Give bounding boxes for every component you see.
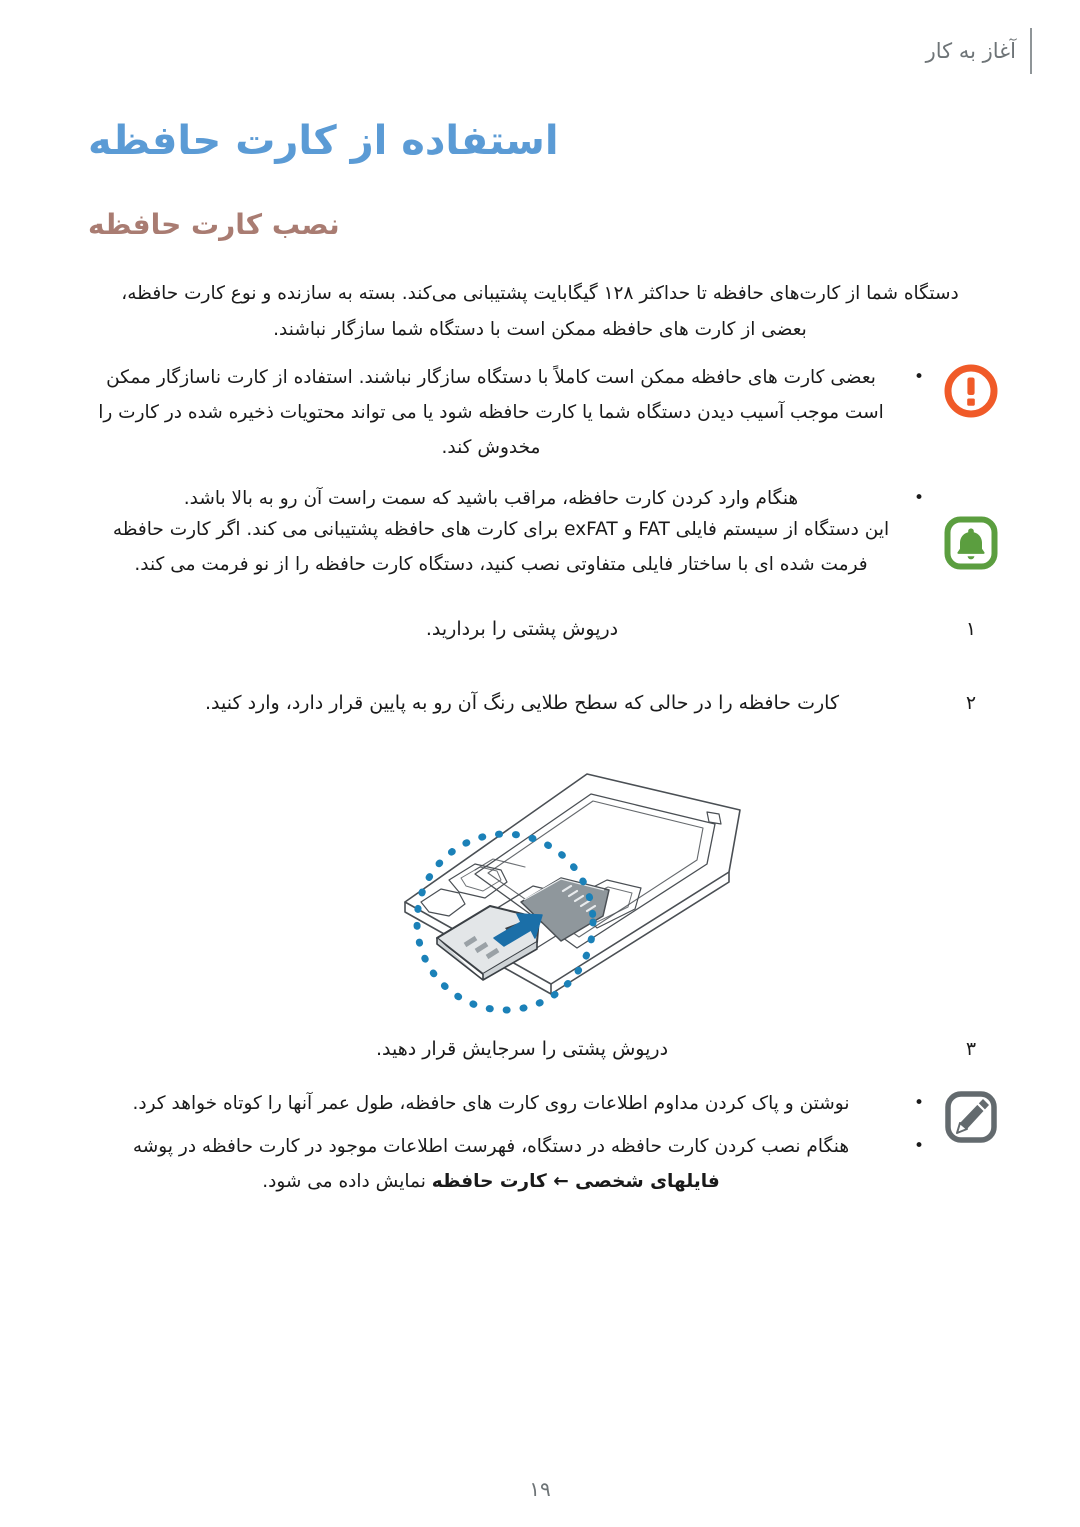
list-item: این دستگاه از سیستم فایلی FAT و exFAT بر… xyxy=(78,512,924,582)
step-2-text: کارت حافظه را در حالی که سطح طلایی رنگ آ… xyxy=(205,692,839,714)
list-item: • هنگام وارد کردن کارت حافظه، مراقب باشی… xyxy=(78,481,924,516)
step-3: ۳ درپوش پشتی را سرجایش قرار دهید. xyxy=(100,1032,980,1066)
callout-tip-bullet-1: نوشتن و پاک کردن مداوم اطلاعات روی کارت … xyxy=(132,1093,850,1114)
callout-tip-body: • نوشتن و پاک کردن مداوم اطلاعات روی کار… xyxy=(78,1086,924,1199)
intro-paragraph: دستگاه شما از کارت‌های حافظه تا حداکثر ۱… xyxy=(100,276,980,348)
callout-warning-bullet-1: بعضی کارت های حافظه ممکن است کاملاً با د… xyxy=(78,360,904,465)
pencil-note-icon xyxy=(940,1086,1002,1148)
list-item: • بعضی کارت های حافظه ممکن است کاملاً با… xyxy=(78,360,924,465)
callout-warning: • بعضی کارت های حافظه ممکن است کاملاً با… xyxy=(78,360,1002,516)
nav-path-suffix: نمایش داده می شود. xyxy=(262,1171,432,1192)
step-3-number: ۳ xyxy=(965,1038,977,1060)
callout-warning-bullet-2: هنگام وارد کردن کارت حافظه، مراقب باشید … xyxy=(183,488,799,509)
step-3-text: درپوش پشتی را سرجایش قرار دهید. xyxy=(375,1038,669,1060)
bullet-dot-icon: • xyxy=(913,367,924,387)
list-item: • هنگام نصب کردن کارت حافظه در دستگاه، ف… xyxy=(78,1129,924,1199)
section-title: نصب کارت حافظه xyxy=(88,208,340,241)
nav-path-bold: فایلهای شخصی ← کارت حافظه xyxy=(431,1171,720,1192)
text-line: است موجب آسیب دیدن دستگاه شما یا کارت حا… xyxy=(98,402,884,423)
list-item: • نوشتن و پاک کردن مداوم اطلاعات روی کار… xyxy=(78,1086,924,1121)
step-1-text: درپوش پشتی را بردارید. xyxy=(425,618,619,640)
callout-note: این دستگاه از سیستم فایلی FAT و exFAT بر… xyxy=(78,512,1002,582)
text-line: مخدوش کند. xyxy=(441,437,541,458)
text-line: هنگام نصب کردن کارت حافظه در دستگاه، فهر… xyxy=(132,1136,850,1157)
text-line: فرمت شده ای با ساختار فایلی متفاوتی نصب … xyxy=(134,554,868,575)
step-2-number: ۲ xyxy=(965,692,977,714)
callout-tip-bullet-2: هنگام نصب کردن کارت حافظه در دستگاه، فهر… xyxy=(78,1129,904,1199)
callout-note-body: این دستگاه از سیستم فایلی FAT و exFAT بر… xyxy=(78,512,924,582)
memory-card-insertion-diagram xyxy=(0,752,1080,1020)
intro-line-2: بعضی از کارت های حافظه ممکن است با دستگا… xyxy=(273,319,807,340)
page-number: ۱۹ xyxy=(529,1477,551,1501)
running-header: آغاز به کار xyxy=(926,28,1032,74)
callout-note-text: این دستگاه از سیستم فایلی FAT و exFAT بر… xyxy=(78,512,924,582)
intro-line-1: دستگاه شما از کارت‌های حافظه تا حداکثر ۱… xyxy=(121,283,959,304)
step-1-number: ۱ xyxy=(965,618,977,640)
step-1: ۱ درپوش پشتی را بردارید. xyxy=(100,612,980,646)
text-line: این دستگاه از سیستم فایلی FAT و exFAT بر… xyxy=(112,519,890,540)
nav-path-line: فایلهای شخصی ← کارت حافظه نمایش داده می … xyxy=(78,1164,904,1199)
page-title: استفاده از کارت حافظه xyxy=(88,118,559,164)
warning-exclamation-icon xyxy=(940,360,1002,422)
step-2: ۲ کارت حافظه را در حالی که سطح طلایی رنگ… xyxy=(100,686,980,720)
callout-tip: • نوشتن و پاک کردن مداوم اطلاعات روی کار… xyxy=(78,1086,1002,1199)
manual-page: آغاز به کار استفاده از کارت حافظه نصب کا… xyxy=(0,0,1080,1527)
header-chapter-label: آغاز به کار xyxy=(925,39,1016,63)
bell-icon xyxy=(940,512,1002,574)
header-divider-rule xyxy=(1030,28,1032,74)
bullet-dot-icon: • xyxy=(913,1136,924,1156)
bullet-dot-icon: • xyxy=(913,488,924,508)
bullet-dot-icon: • xyxy=(913,1093,924,1113)
text-line: بعضی کارت های حافظه ممکن است کاملاً با د… xyxy=(106,367,876,388)
callout-warning-body: • بعضی کارت های حافظه ممکن است کاملاً با… xyxy=(78,360,924,516)
